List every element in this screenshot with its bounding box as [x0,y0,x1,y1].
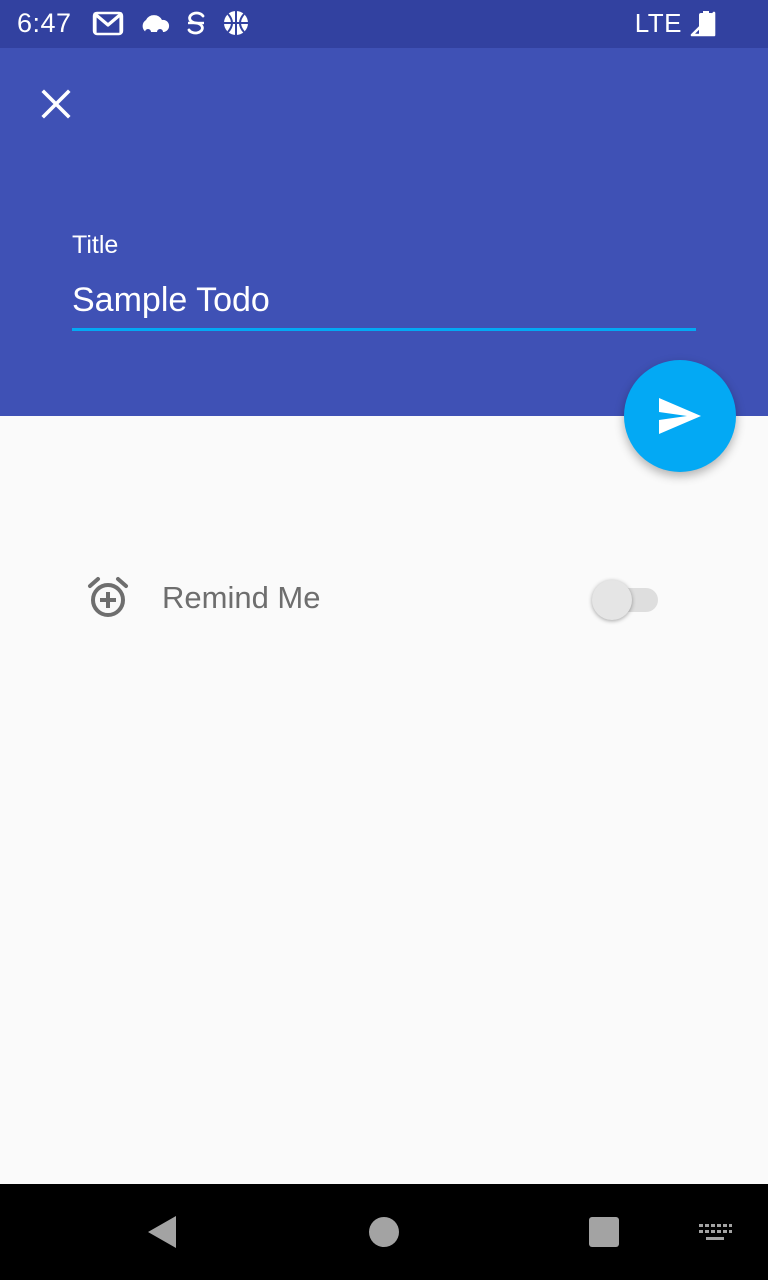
close-icon [41,89,71,119]
notification-icons [92,10,250,36]
keyboard-icon[interactable] [697,1222,733,1244]
remind-me-row: Remind Me [0,560,768,636]
title-input-underline [72,328,696,331]
send-icon [659,398,701,434]
network-type: LTE [634,8,682,38]
edit-todo-header: Title [0,48,768,416]
cloud-icon [142,15,170,35]
home-icon[interactable] [369,1217,399,1247]
recents-icon[interactable] [589,1217,619,1247]
alarm-add-icon [88,577,128,617]
battery-icon [699,11,713,36]
status-bar: 6:47 LTE [0,0,768,48]
send-button[interactable] [624,360,736,472]
gmail-icon [92,11,124,36]
back-icon[interactable] [144,1214,180,1250]
s-app-icon [187,11,205,35]
switch-thumb [592,580,632,620]
status-time: 6:47 [17,8,72,38]
remind-me-switch[interactable] [592,578,662,620]
title-field-label: Title [72,231,119,259]
close-button[interactable] [28,76,84,132]
remind-me-label: Remind Me [162,580,321,615]
title-input[interactable] [72,274,696,326]
basketball-icon [224,11,248,35]
navigation-bar [0,1184,768,1280]
